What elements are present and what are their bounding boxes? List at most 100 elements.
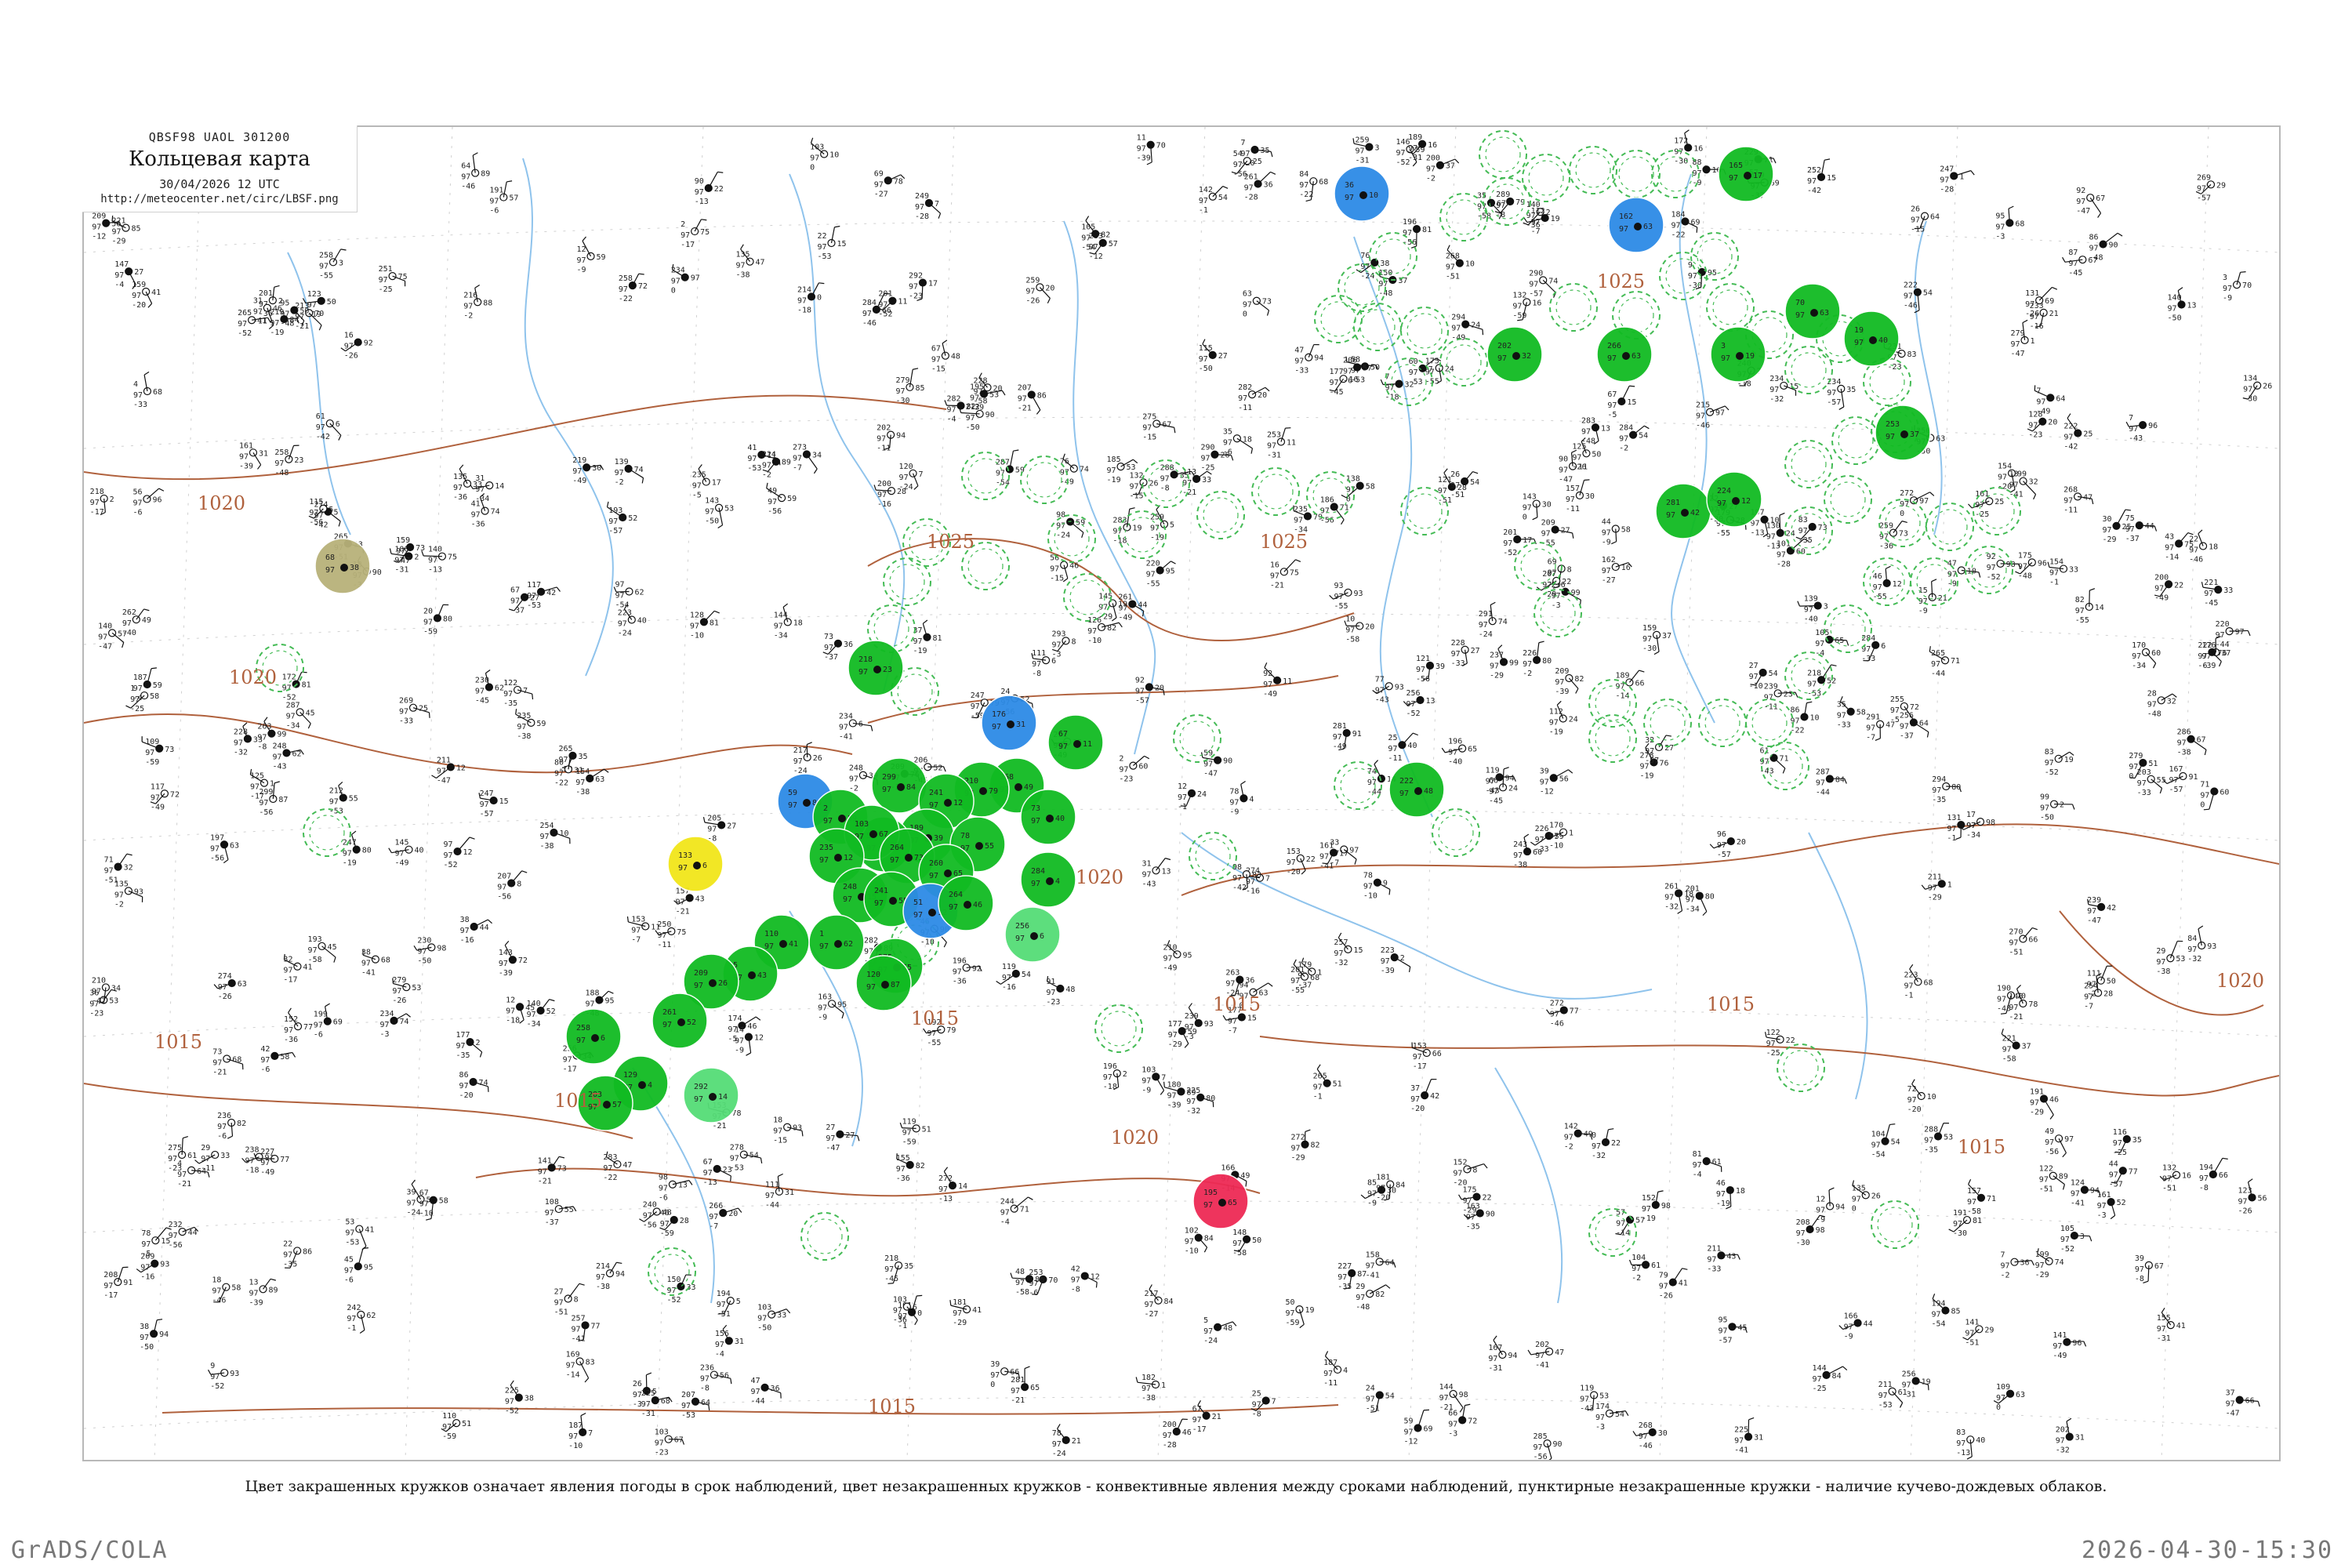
weather-circle-storm_red[interactable]: 19597 65 — [1192, 1173, 1249, 1229]
svg-text:97: 97 — [1366, 1395, 1375, 1403]
svg-text:36: 36 — [1345, 181, 1354, 190]
svg-text:62: 62 — [366, 1312, 376, 1320]
svg-text:72: 72 — [1907, 1085, 1917, 1094]
svg-text:67: 67 — [1497, 200, 1506, 209]
svg-text:-51: -51 — [2009, 948, 2023, 956]
svg-text:67: 67 — [1058, 730, 1068, 739]
svg-text:194: 194 — [717, 1290, 731, 1298]
weather-circle-rain[interactable]: 7397 40 — [1020, 789, 1076, 845]
weather-circle-rain[interactable]: 22297 48 — [1388, 761, 1445, 818]
weather-circle-rain[interactable]: 20297 32 — [1486, 326, 1543, 383]
svg-text:93: 93 — [1334, 582, 1344, 590]
svg-text:-33: -33 — [1861, 655, 1875, 663]
svg-text:241: 241 — [929, 789, 943, 797]
svg-text:88: 88 — [483, 299, 492, 307]
svg-text:97: 97 — [1408, 144, 1417, 153]
svg-text:22: 22 — [714, 185, 724, 194]
weather-circle-rain[interactable]: 28197 42 — [1655, 483, 1711, 539]
svg-text:-18: -18 — [245, 1167, 259, 1175]
weather-circle-thunder[interactable]: 3697 10 — [1334, 165, 1390, 222]
svg-text:97: 97 — [259, 799, 268, 808]
svg-text:-21: -21 — [676, 907, 690, 916]
svg-text:-49: -49 — [395, 859, 409, 868]
svg-text:195: 195 — [970, 383, 984, 391]
svg-text:97: 97 — [517, 723, 526, 731]
weather-circle-rain[interactable]: 26497 46 — [938, 875, 994, 931]
weather-circle-rain[interactable]: 25897 6 — [565, 1008, 622, 1065]
svg-text:97: 97 — [1285, 1309, 1294, 1318]
svg-text:19: 19 — [1854, 326, 1864, 335]
weather-circle-thunder[interactable]: 16297 63 — [1608, 197, 1664, 253]
svg-text:-32: -32 — [2056, 1446, 2070, 1455]
weather-circle-dust[interactable]: 6897 38 — [314, 538, 371, 594]
svg-text:97: 97 — [694, 982, 703, 990]
svg-text:50: 50 — [2107, 978, 2116, 986]
svg-text:184: 184 — [1671, 211, 1685, 220]
svg-text:43: 43 — [2165, 532, 2174, 541]
svg-text:-36: -36 — [471, 521, 485, 529]
svg-text:211: 211 — [1878, 1381, 1893, 1389]
svg-text:40: 40 — [1407, 742, 1417, 750]
weather-circle-rain[interactable]: 29997 84 — [871, 757, 927, 814]
svg-text:-29: -29 — [2035, 1271, 2049, 1279]
svg-text:68: 68 — [1319, 178, 1328, 187]
weather-circle-rain[interactable]: 22497 12 — [1706, 471, 1762, 528]
weather-circle-rain[interactable]: 25397 37 — [1875, 405, 1931, 461]
svg-text:116: 116 — [2113, 1128, 2127, 1137]
svg-text:-29: -29 — [1168, 1040, 1182, 1049]
svg-text:10: 10 — [829, 151, 839, 159]
weather-circle-rain[interactable]: 6797 11 — [1047, 714, 1104, 771]
weather-circle-rain[interactable]: 28497 4 — [1020, 851, 1076, 908]
weather-circle-shower_light[interactable]: 29297 14 — [683, 1067, 739, 1123]
weather-circle-rain[interactable]: 1997 40 — [1843, 310, 1900, 367]
svg-text:93: 93 — [2207, 942, 2216, 951]
weather-circle-rain[interactable]: 26197 52 — [652, 993, 708, 1049]
map-frame[interactable]: 201 97 17 -52 57 97 57 -14 141 97 73 -21 128 97 81 -10 1… — [82, 125, 2281, 1461]
svg-text:84: 84 — [1163, 1298, 1173, 1306]
svg-text:-36: -36 — [1879, 543, 1893, 551]
weather-circle-rain[interactable]: 197 62 — [808, 914, 865, 971]
svg-text:-4: -4 — [133, 694, 143, 702]
svg-text:97: 97 — [423, 618, 433, 626]
svg-text:97: 97 — [453, 484, 463, 492]
svg-text:234: 234 — [380, 1010, 394, 1018]
weather-circle-rain[interactable]: 26697 63 — [1596, 326, 1653, 383]
svg-text:97: 97 — [1827, 389, 1836, 397]
map-url[interactable]: http://meteocenter.net/circ/LBSF.png — [82, 193, 357, 205]
svg-text:31: 31 — [253, 297, 263, 306]
svg-text:97: 97 — [1290, 977, 1300, 985]
svg-text:26: 26 — [1149, 479, 1158, 488]
svg-text:109: 109 — [145, 738, 159, 746]
weather-circle-shower_light[interactable]: 25697 6 — [1004, 906, 1061, 963]
svg-text:-19: -19 — [307, 310, 321, 319]
svg-text:-34: -34 — [2132, 662, 2146, 670]
svg-text:-51: -51 — [717, 1310, 731, 1319]
svg-text:-6: -6 — [659, 1194, 668, 1203]
weather-circle-haze[interactable]: 13397 6 — [667, 836, 724, 892]
svg-text:97: 97 — [1769, 386, 1779, 394]
weather-circle-rain[interactable]: 16597 17 — [1718, 146, 1774, 202]
svg-text:177: 177 — [456, 1031, 470, 1040]
svg-text:74: 74 — [1080, 466, 1089, 474]
svg-text:253: 253 — [1886, 420, 1900, 429]
svg-text:36: 36 — [2020, 1259, 2029, 1268]
weather-circle-thunder[interactable]: 17697 31 — [981, 695, 1037, 751]
weather-circle-rain[interactable]: 7097 63 — [1784, 283, 1841, 339]
svg-text:141: 141 — [2053, 1331, 2067, 1340]
svg-text:-19: -19 — [1150, 534, 1164, 543]
svg-text:2: 2 — [2060, 801, 2064, 810]
svg-text:17: 17 — [1523, 536, 1532, 545]
weather-circle-rain[interactable]: 12097 87 — [855, 955, 912, 1011]
svg-text:53: 53 — [1127, 463, 1136, 472]
svg-text:97: 97 — [2238, 1197, 2248, 1206]
weather-circle-rain[interactable]: 21897 23 — [848, 640, 904, 696]
svg-text:97: 97 — [319, 262, 328, 270]
svg-text:-49: -49 — [260, 1168, 274, 1177]
synoptic-map[interactable]: 20197 17-525797 57-1414197 73-2112897 81-101… — [84, 127, 2279, 1460]
svg-text:10: 10 — [559, 829, 568, 838]
svg-text:97: 97 — [463, 302, 473, 310]
svg-text:-42: -42 — [316, 433, 330, 441]
weather-circle-rain[interactable]: 397 19 — [1710, 326, 1766, 383]
svg-text:-10: -10 — [568, 1442, 583, 1450]
svg-text:4: 4 — [177, 1160, 182, 1168]
